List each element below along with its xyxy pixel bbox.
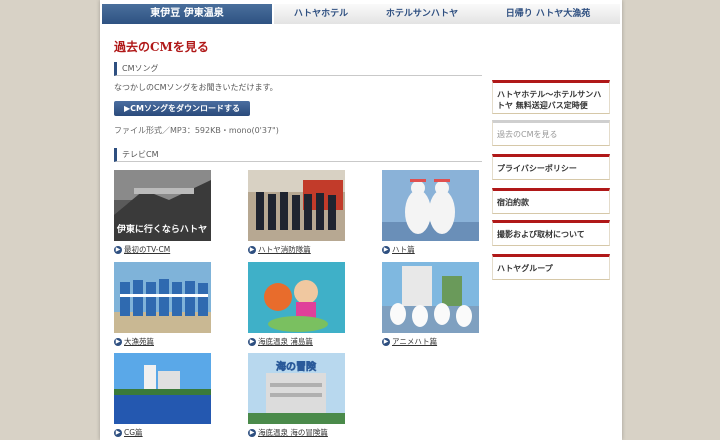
sidebar-item-hatoya-group[interactable]: ハトヤグループ (492, 254, 610, 280)
cm-thumbnail-image (114, 262, 211, 333)
cm-link-pigeon[interactable]: ▶ ハト篇 (382, 244, 415, 255)
cm-link-label: 最初のTV-CM (124, 245, 171, 254)
sidebar-item-past-cm[interactable]: 過去のCMを見る (492, 120, 610, 146)
file-info: ファイル形式／MP3：592KB・mono(0'37") (114, 126, 279, 135)
cm-thumbnail-first[interactable]: 伊東に行くならハトヤ (114, 170, 211, 241)
cm-thumbnail-anime-pigeon[interactable] (382, 262, 479, 333)
cm-thumbnail-pigeon[interactable] (382, 170, 479, 241)
tab-home[interactable]: 東伊豆 伊東温泉 (102, 4, 272, 24)
sidebar-item-privacy-policy[interactable]: プライバシーポリシー (492, 154, 610, 180)
cm-thumbnail-image (248, 262, 345, 333)
cm-link-cg[interactable]: ▶ CG篇 (114, 427, 143, 438)
play-arrow-icon: ▶ (114, 338, 122, 346)
thumbnail-caption: 海の冒険 (276, 360, 317, 373)
cm-link-label: ハトヤ消防隊篇 (258, 245, 311, 254)
cm-link-urashima[interactable]: ▶ 海底温泉 浦島篇 (248, 336, 313, 347)
thumbnail-caption: 伊東に行くならハトヤ (116, 223, 207, 235)
cm-link-anime-pigeon[interactable]: ▶ アニメハト篇 (382, 336, 437, 347)
sidebar-item-terms[interactable]: 宿泊約款 (492, 188, 610, 214)
cm-link-label: 海底温泉 海の冒険篇 (258, 428, 328, 437)
cm-song-description: なつかしのCMソングをお聞きいただけます。 (114, 83, 278, 92)
cm-link-label: 大漁苑篇 (124, 337, 154, 346)
cm-thumbnail-image: 伊東に行くならハトヤ (114, 170, 211, 241)
cm-thumbnail-image (114, 353, 211, 424)
top-navigation: 東伊豆 伊東温泉 ハトヤホテル ホテルサンハトヤ 日帰り ハトヤ大漁苑 (100, 4, 622, 24)
cm-link-label: ハト篇 (392, 245, 415, 254)
cm-link-tairyouen[interactable]: ▶ 大漁苑篇 (114, 336, 154, 347)
cm-thumbnail-cg[interactable] (114, 353, 211, 424)
cm-thumbnail-firefighters[interactable] (248, 170, 345, 241)
cm-thumbnail-image: 海の冒険 (248, 353, 345, 424)
play-arrow-icon: ▶ (382, 246, 390, 254)
page-container: 東伊豆 伊東温泉 ハトヤホテル ホテルサンハトヤ 日帰り ハトヤ大漁苑 過去のC… (100, 0, 622, 440)
sidebar-item-shuttle-bus[interactable]: ハトヤホテル〜ホテルサンハトヤ 無料送迎バス定時便 (492, 80, 610, 114)
play-arrow-icon: ▶ (248, 338, 256, 346)
sidebar-item-filming[interactable]: 撮影および取材について (492, 220, 610, 246)
cm-thumbnail-urashima[interactable] (248, 262, 345, 333)
cm-song-heading: CMソング (114, 62, 482, 76)
cm-link-first[interactable]: ▶ 最初のTV-CM (114, 244, 170, 255)
cm-link-label: CG篇 (124, 428, 143, 437)
download-cm-song-button[interactable]: ▶CMソングをダウンロードする (114, 101, 250, 116)
cm-thumbnail-image (382, 170, 479, 241)
page-title: 過去のCMを見る (114, 40, 209, 54)
cm-thumbnail-image (382, 262, 479, 333)
cm-thumbnail-tairyouen[interactable] (114, 262, 211, 333)
tab-hatoya-hotel[interactable]: ハトヤホテル (274, 4, 368, 24)
play-arrow-icon: ▶ (114, 429, 122, 437)
cm-thumbnail-image (248, 170, 345, 241)
tv-cm-heading: テレビCM (114, 148, 482, 162)
cm-link-label: 海底温泉 浦島篇 (258, 337, 313, 346)
play-arrow-icon: ▶ (248, 246, 256, 254)
play-arrow-icon: ▶ (382, 338, 390, 346)
cm-link-label: アニメハト篇 (392, 337, 438, 346)
cm-thumbnail-ocean-adventure[interactable]: 海の冒険 (248, 353, 345, 424)
cm-link-ocean-adventure[interactable]: ▶ 海底温泉 海の冒険篇 (248, 427, 328, 438)
play-arrow-icon: ▶ (114, 246, 122, 254)
tab-tairyouen[interactable]: 日帰り ハトヤ大漁苑 (476, 4, 620, 24)
play-arrow-icon: ▶ (248, 429, 256, 437)
cm-link-firefighters[interactable]: ▶ ハトヤ消防隊篇 (248, 244, 311, 255)
tab-hotel-sun-hatoya[interactable]: ホテルサンハトヤ (368, 4, 476, 24)
